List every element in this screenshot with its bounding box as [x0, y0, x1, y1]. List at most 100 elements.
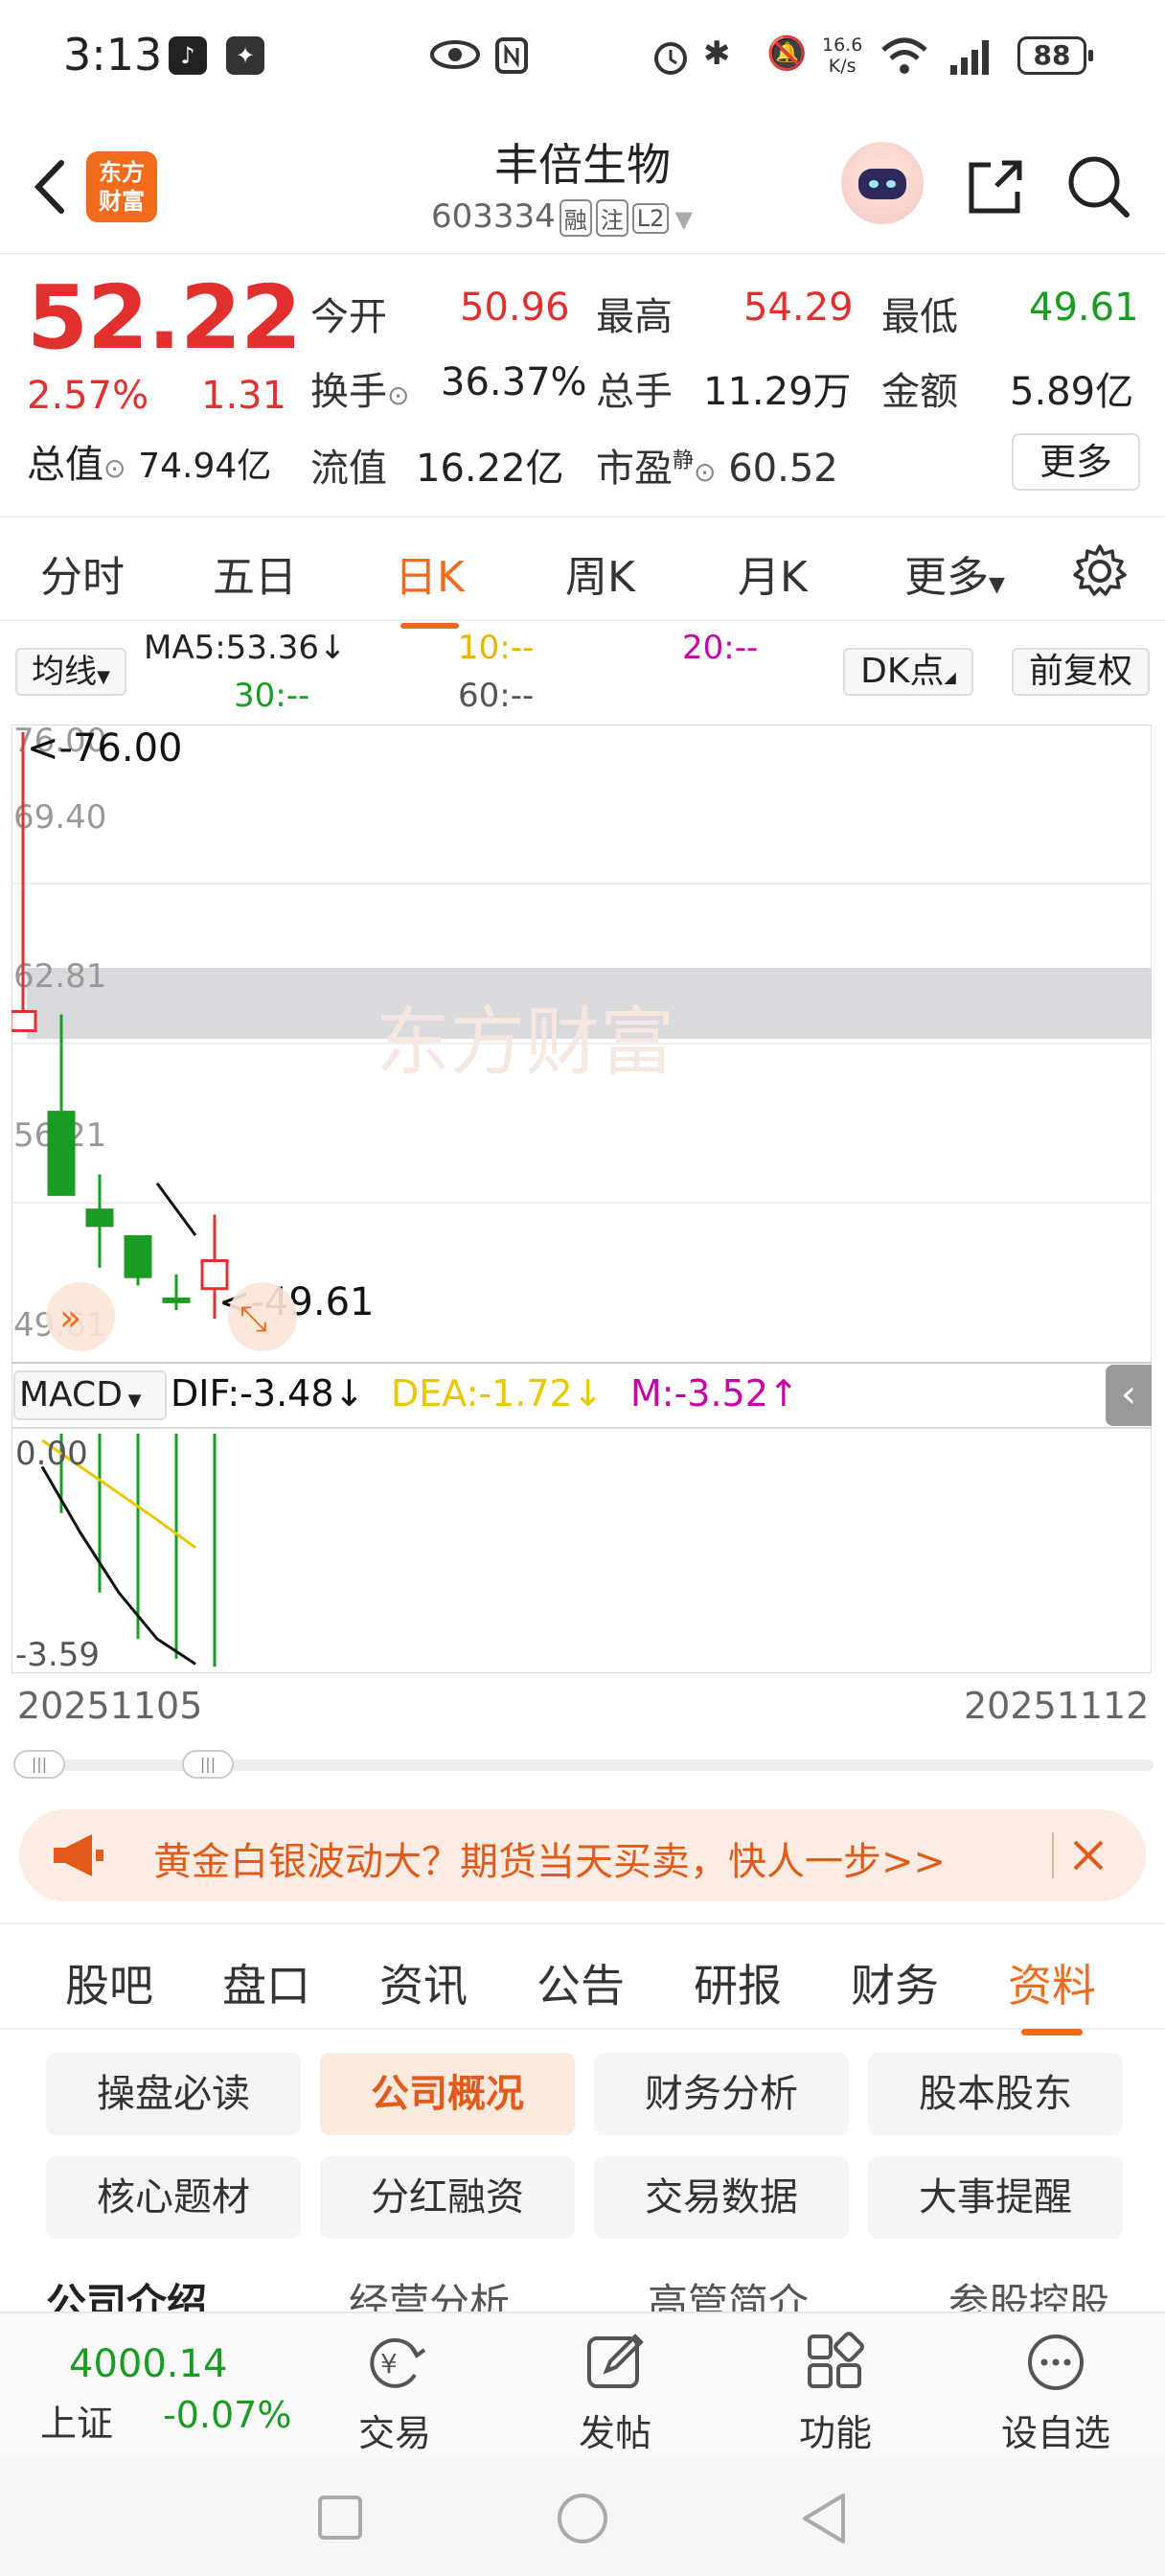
tag-registration: 注	[595, 199, 628, 237]
system-nav-bar	[0, 2455, 1165, 2576]
svg-text:»: »	[59, 1297, 81, 1339]
stock-code-row[interactable]: 603334 融注 L2 ▼	[431, 197, 693, 237]
btn-major-events[interactable]: 大事提醒	[868, 2156, 1123, 2239]
macd-bottom-tick: -3.59	[15, 1636, 100, 1673]
tab-five-day[interactable]: 五日	[213, 542, 297, 604]
ai-assistant-avatar[interactable]	[841, 142, 924, 224]
tab-daily-k[interactable]: 日K	[395, 542, 465, 629]
ma-selector[interactable]: 均线▼	[15, 648, 126, 696]
kline-svg[interactable]: 东方财富 76.0069.4062.8156.2149.61 <-76.00 <…	[11, 724, 1152, 1673]
settings-gear-icon[interactable]	[1071, 542, 1129, 600]
fullscreen-button[interactable]: ⤡	[228, 1282, 297, 1351]
btn-core-themes[interactable]: 核心题材	[46, 2156, 301, 2239]
macd-selector[interactable]: MACD ▼	[13, 1370, 167, 1420]
nav-functions-label: 功能	[798, 2412, 872, 2454]
more-quote-button[interactable]: 更多	[1012, 433, 1140, 491]
index-name: 上证	[40, 2403, 114, 2445]
scroller-left-handle[interactable]: |||	[13, 1750, 65, 1779]
status-time: 3:13	[63, 29, 163, 80]
tab-forum[interactable]: 股吧	[65, 1951, 153, 2014]
float-value: 16.22亿	[416, 447, 564, 491]
recent-apps-icon[interactable]	[316, 2494, 364, 2542]
tab-financials[interactable]: 财务	[851, 1951, 939, 2014]
home-icon[interactable]	[556, 2492, 609, 2545]
btn-shareholders[interactable]: 股本股东	[868, 2053, 1123, 2135]
close-icon[interactable]	[1069, 1836, 1108, 1874]
forward-adjust-button[interactable]: 前复权	[1012, 648, 1150, 696]
market-value: 74.94亿	[138, 447, 272, 486]
tab-orderbook[interactable]: 盘口	[222, 1951, 310, 2014]
title-bar: 东方 财富 丰倍生物 603334 融注 L2 ▼	[0, 115, 1165, 255]
dk-point-button[interactable]: DK点◢	[843, 648, 973, 696]
watermark: 东方财富	[376, 1000, 674, 1084]
tab-profile[interactable]: 资料	[1008, 1951, 1096, 2036]
change-amount: 1.31	[201, 374, 287, 418]
collapse-panel-chevron-icon[interactable]: ‹	[1106, 1365, 1152, 1426]
nav-add-watchlist[interactable]: 设自选	[989, 2329, 1123, 2456]
current-price: 52.22	[27, 266, 302, 369]
tab-more[interactable]: 更多▼	[904, 542, 1005, 604]
corner-triangle-icon: ◢	[944, 668, 956, 686]
high-value: 54.29	[743, 286, 854, 330]
ad-divider	[1052, 1832, 1054, 1878]
btn-company-overview[interactable]: 公司概况	[320, 2053, 575, 2135]
date-axis: 20251105 20251112	[0, 1679, 1165, 1727]
open-label: 今开	[310, 295, 387, 339]
m-value: M:-3.52↑	[630, 1372, 799, 1414]
pe-label: 市盈	[596, 447, 673, 491]
scroller-right-handle[interactable]: |||	[182, 1750, 234, 1779]
expand-left-button[interactable]: »	[46, 1282, 115, 1351]
candle-body	[124, 1234, 152, 1278]
high-label: 最高	[596, 295, 673, 339]
turnover-row[interactable]: 换手⊙	[310, 360, 409, 416]
battery-icon: 88	[1017, 36, 1093, 75]
range-scroller[interactable]: ||| |||	[13, 1750, 1154, 1779]
app-icon: ✦	[226, 36, 264, 75]
tab-monthly-k[interactable]: 月K	[738, 542, 808, 604]
pe-row[interactable]: 市盈静⊙ 60.52	[596, 437, 838, 493]
end-date: 20251112	[964, 1685, 1150, 1727]
market-value-row[interactable]: 总值⊙ 74.94亿	[27, 433, 271, 489]
svg-text:¥: ¥	[380, 2348, 398, 2380]
low-value: 49.61	[1029, 286, 1139, 330]
tag-margin: 融	[559, 199, 592, 237]
tiktok-icon: ♪	[169, 36, 207, 75]
index-value: 4000.14	[69, 2342, 228, 2386]
max-price-marker: <-76.00	[27, 726, 182, 770]
profile-button-grid: 操盘必读 公司概况 财务分析 股本股东 核心题材 分红融资 交易数据 大事提醒	[46, 2053, 1123, 2244]
info-circle-icon: ⊙	[387, 380, 410, 411]
candle-body	[85, 1208, 114, 1228]
nav-trade[interactable]: ¥ 交易	[328, 2329, 462, 2456]
amount-label: 金额	[881, 370, 958, 414]
back-nav-icon[interactable]	[799, 2492, 849, 2545]
kline-chart[interactable]: 东方财富 76.0069.4062.8156.2149.61 <-76.00 <…	[11, 724, 1152, 1673]
nav-post[interactable]: 发帖	[548, 2329, 682, 2456]
search-icon[interactable]	[1063, 151, 1132, 220]
net-speed: 16.6 K/s	[822, 34, 863, 77]
alarm-icon	[654, 42, 687, 75]
btn-trading-data[interactable]: 交易数据	[594, 2156, 849, 2239]
nav-functions[interactable]: 功能	[768, 2329, 902, 2456]
btn-dividends-financing[interactable]: 分红融资	[320, 2156, 575, 2239]
share-icon[interactable]	[962, 153, 1029, 220]
open-value: 50.96	[460, 286, 570, 330]
ma-indicator-bar: 均线▼ MA5:53.36↓ 10:-- 20:-- 30:-- 60:-- D…	[0, 623, 1165, 719]
volume-value: 11.29万	[703, 370, 852, 414]
turnover-value: 36.37%	[441, 360, 587, 404]
tab-weekly-k[interactable]: 周K	[565, 542, 635, 604]
mute-icon: 🔕	[766, 34, 808, 73]
market-value-label: 总值	[27, 443, 103, 487]
index-ticker[interactable]: 4000.14 上证 -0.07%	[19, 2323, 297, 2448]
stock-code: 603334	[431, 197, 556, 236]
tab-research[interactable]: 研报	[694, 1951, 782, 2014]
ad-banner[interactable]: 黄金白银波动大？期货当天买卖，快人一步>>	[19, 1809, 1146, 1901]
btn-financial-analysis[interactable]: 财务分析	[594, 2053, 849, 2135]
nav-post-label: 发帖	[578, 2412, 651, 2454]
btn-trading-guide[interactable]: 操盘必读	[46, 2053, 301, 2135]
candle-body	[11, 1009, 37, 1032]
megaphone-icon	[54, 1834, 103, 1876]
ma5-value: MA5:53.36↓	[144, 629, 347, 667]
tab-announcements[interactable]: 公告	[537, 1951, 625, 2014]
tab-intraday[interactable]: 分时	[40, 542, 125, 604]
tab-news[interactable]: 资讯	[379, 1951, 468, 2014]
